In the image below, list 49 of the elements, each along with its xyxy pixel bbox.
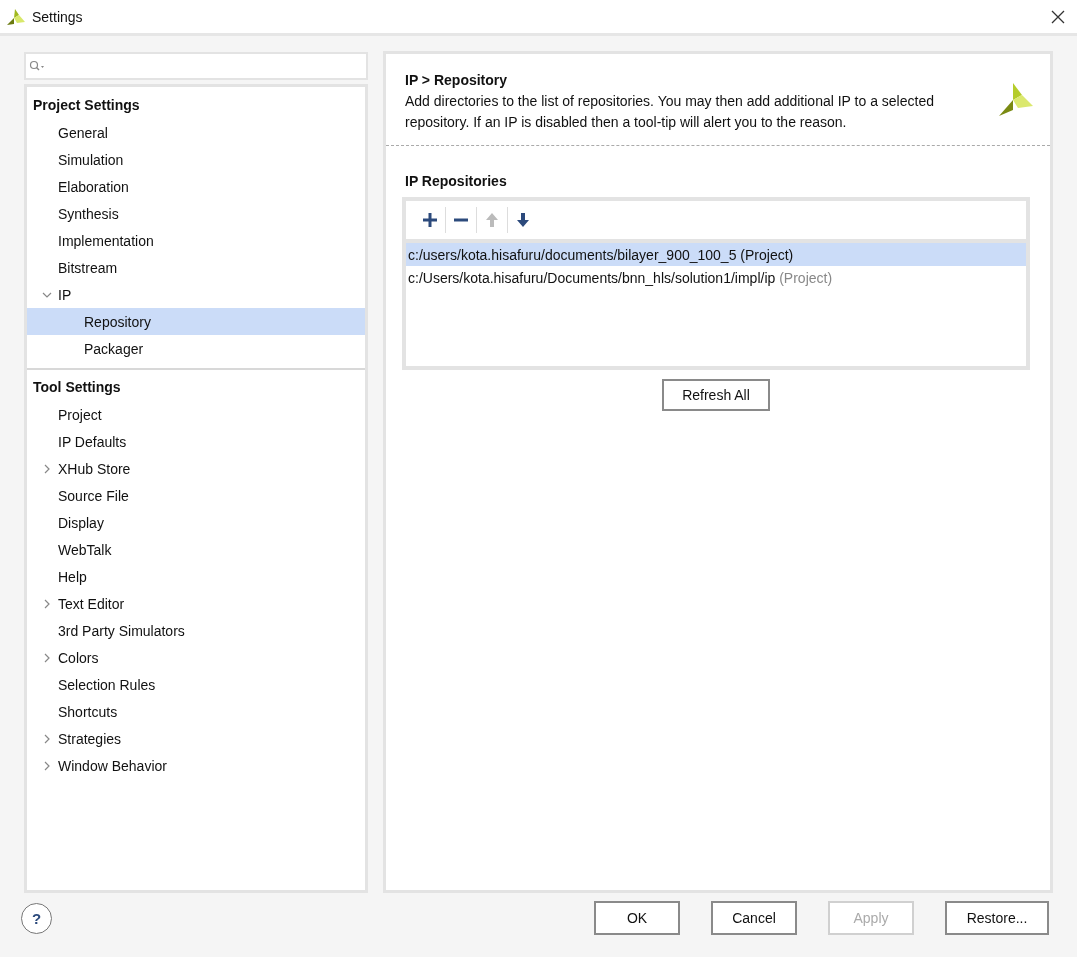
section-heading: Project Settings xyxy=(32,96,141,115)
tree-item[interactable]: 3rd Party Simulators xyxy=(27,617,365,644)
tree-item[interactable]: Packager xyxy=(27,335,365,362)
dialog-button[interactable]: Restore... xyxy=(945,901,1049,935)
tree-item[interactable]: Synthesis xyxy=(27,200,365,227)
chevron-right-icon[interactable] xyxy=(43,652,50,663)
dialog-button[interactable]: OK xyxy=(594,901,680,935)
tree-item[interactable]: WebTalk xyxy=(27,536,365,563)
search-icon xyxy=(29,60,45,72)
page-title: IP > Repository xyxy=(405,72,509,88)
logo-icon xyxy=(998,82,1034,118)
tree-item[interactable]: Bitstream xyxy=(27,254,365,281)
tree-item[interactable]: Simulation xyxy=(27,146,365,173)
close-icon[interactable] xyxy=(1051,9,1065,24)
repository-item[interactable]: c:/Users/kota.hisafuru/Documents/bnn_hls/solution1/impl/ip (Project) xyxy=(406,266,1026,289)
tree-item[interactable]: General xyxy=(27,119,365,146)
window-title: Settings xyxy=(32,8,83,25)
tree-item[interactable]: Window Behavior xyxy=(27,752,365,779)
refresh-all-button[interactable]: Refresh All xyxy=(662,379,770,411)
help-button[interactable]: ? xyxy=(21,902,52,934)
tree-item[interactable]: Repository xyxy=(27,308,365,335)
tree-item[interactable]: Text Editor xyxy=(27,590,365,617)
page-description: Add directories to the list of repositories. You may then add additional IP to a selected repository. If an IP is disabled then a tool-tip will alert you to the reason. xyxy=(405,92,935,132)
chevron-right-icon[interactable] xyxy=(43,733,50,744)
tree-item[interactable]: Source File xyxy=(27,482,365,509)
chevron-right-icon[interactable] xyxy=(43,463,50,474)
plus-icon xyxy=(422,212,438,228)
tree-item[interactable]: Help xyxy=(27,563,365,590)
chevron-right-icon[interactable] xyxy=(43,598,50,609)
tree-item[interactable]: Selection Rules xyxy=(27,671,365,698)
search-field[interactable] xyxy=(24,52,368,80)
repository-item[interactable]: c:/users/kota.hisafuru/documents/bilayer_900_100_5 (Project) xyxy=(406,243,1026,266)
section-heading: Tool Settings xyxy=(32,378,122,397)
tree-item[interactable]: Strategies xyxy=(27,725,365,752)
tree-item[interactable]: Project xyxy=(27,401,365,428)
section-heading: IP Repositories xyxy=(404,172,508,191)
arrow-down-icon xyxy=(515,212,531,228)
chevron-right-icon[interactable] xyxy=(43,760,50,771)
tree-item[interactable]: IP Defaults xyxy=(27,428,365,455)
tree-item[interactable]: Implementation xyxy=(27,227,365,254)
tree-item[interactable]: XHub Store xyxy=(27,455,365,482)
tree-item[interactable]: Colors xyxy=(27,644,365,671)
arrow-up-icon xyxy=(484,212,500,228)
chevron-down-icon[interactable] xyxy=(41,291,52,298)
tree-item[interactable]: Elaboration xyxy=(27,173,365,200)
tree-item[interactable]: IP xyxy=(27,281,365,308)
dialog-button[interactable]: Cancel xyxy=(711,901,797,935)
tree-item[interactable]: Display xyxy=(27,509,365,536)
tree-item[interactable]: Shortcuts xyxy=(27,698,365,725)
